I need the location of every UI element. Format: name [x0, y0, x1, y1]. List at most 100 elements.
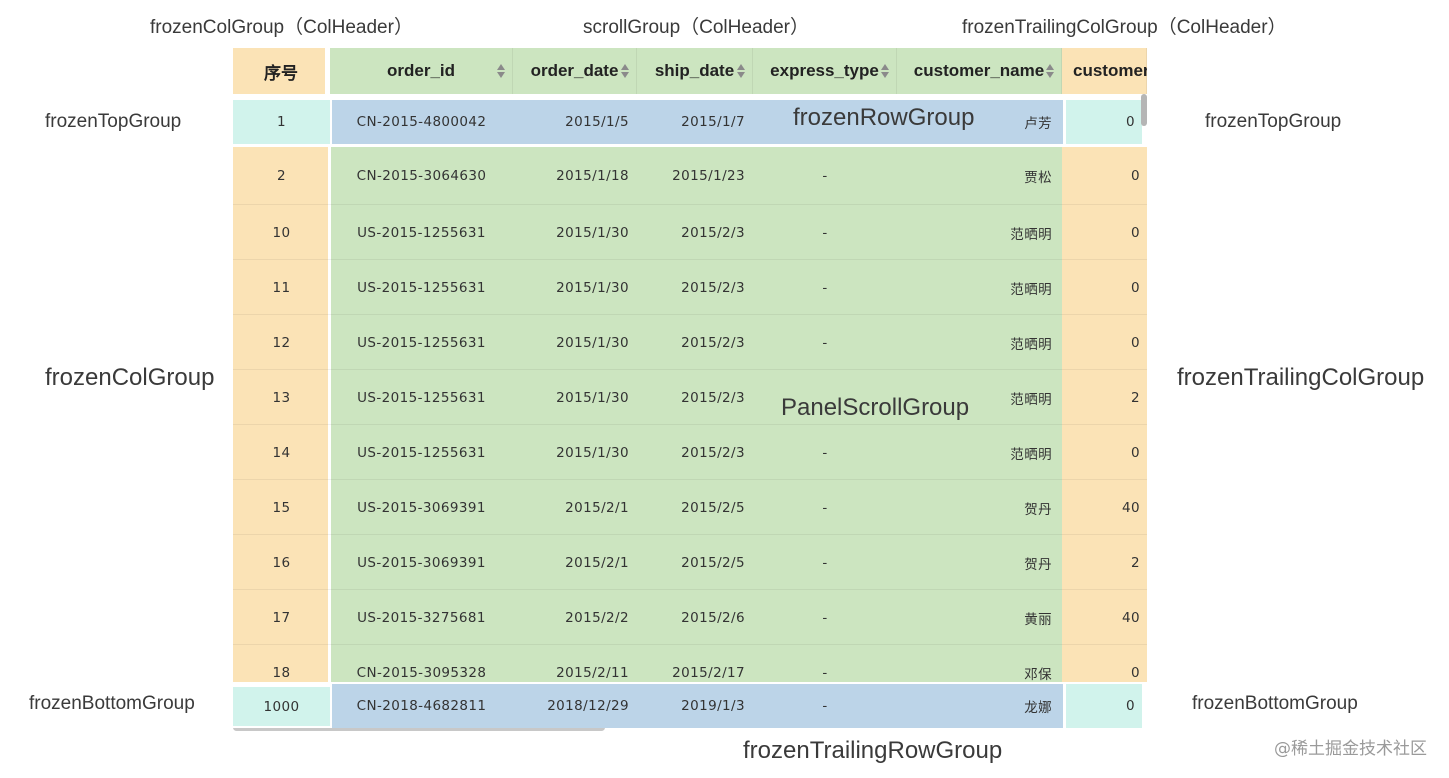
order-date-cell: 2015/1/30	[556, 224, 629, 241]
sort-icon[interactable]	[621, 62, 629, 80]
ship-date-cell: 2015/2/3	[681, 389, 745, 406]
trailing-cell: 2	[1062, 535, 1147, 590]
panel-scroll-label: PanelScrollGroup	[781, 394, 970, 421]
express-type-cell: -	[822, 698, 828, 714]
ship-date-cell: 2015/2/3	[681, 224, 745, 241]
ship-date-cell: 2015/1/7	[681, 114, 745, 130]
index-cell: 17	[233, 590, 330, 645]
trailing-cell: 0	[1066, 100, 1142, 144]
frozen-trailing-col-label: frozenTrailingColGroup	[1177, 364, 1425, 391]
express-type-cell: -	[822, 444, 828, 461]
index-cell: 11	[233, 260, 330, 315]
express-type-cell: -	[822, 279, 828, 296]
table-row[interactable]: 2 CN-2015-3064630 2015/1/18 2015/1/23 - 贾松 0	[233, 147, 1147, 205]
table-row[interactable]: 16 US-2015-3069391 2015/2/1 2015/2/5 - 贺丹 2	[233, 535, 1147, 590]
order-id-cell: US-2015-1255631	[357, 389, 486, 406]
customer-name-cell: 范晒明	[1010, 336, 1052, 353]
col-header-order-id[interactable]: order_id	[330, 48, 513, 94]
ship-date-cell: 2015/1/23	[672, 168, 745, 184]
col-header-ship-date[interactable]: ship_date	[637, 48, 753, 94]
order-date-cell: 2015/1/30	[556, 389, 629, 406]
sort-icon[interactable]	[881, 62, 889, 80]
col-header-customer-name[interactable]: customer_name	[897, 48, 1062, 94]
express-type-cell: -	[822, 554, 828, 571]
order-date-cell: 2015/1/5	[565, 114, 629, 130]
table-row[interactable]: 14 US-2015-1255631 2015/1/30 2015/2/3 - 范晒明 0	[233, 425, 1147, 480]
frozen-top-label-right: frozenTopGroup	[1205, 111, 1342, 132]
frozen-col-header-label: frozenColGroup（ColHeader）	[150, 17, 413, 38]
ship-date-cell: 2015/2/5	[681, 554, 745, 571]
ship-date-cell: 2015/2/3	[681, 444, 745, 461]
order-id-cell: US-2015-1255631	[357, 444, 486, 461]
col-header-express-type[interactable]: express_type	[753, 48, 897, 94]
frozen-row-label: frozenRowGroup	[793, 104, 975, 131]
order-id-cell: US-2015-1255631	[357, 279, 486, 296]
table-row[interactable]: 15 US-2015-3069391 2015/2/1 2015/2/5 - 贺丹 40	[233, 480, 1147, 535]
index-cell: 1	[233, 100, 330, 144]
sort-icon[interactable]	[1046, 62, 1054, 80]
trailing-cell: 40	[1062, 590, 1147, 645]
order-id-cell: CN-2015-4800042	[356, 114, 487, 130]
order-id-cell: US-2015-1255631	[357, 334, 486, 351]
trailing-cell: 0	[1062, 147, 1147, 205]
customer-name-cell: 贺丹	[1024, 501, 1052, 518]
table-row[interactable]: 12 US-2015-1255631 2015/1/30 2015/2/3 - 范晒明 0	[233, 315, 1147, 370]
frozen-top-row: 1 CN-2015-4800042 2015/1/5 2015/1/7 卢芳 0…	[233, 94, 1147, 147]
customer-name-cell: 范晒明	[1010, 446, 1052, 463]
col-header-index[interactable]: 序号	[233, 48, 330, 94]
express-type-cell: -	[822, 499, 828, 516]
frozen-col-divider	[328, 315, 331, 370]
scroll-col-header-label: scrollGroup（ColHeader）	[583, 17, 809, 38]
order-id-cell: US-2015-3275681	[357, 609, 486, 626]
frozen-col-divider	[328, 260, 331, 315]
index-cell: 1000	[233, 687, 330, 726]
order-id-cell: US-2015-3069391	[357, 554, 486, 571]
trailing-col-header-label: frozenTrailingColGroup（ColHeader）	[962, 17, 1287, 38]
index-cell: 15	[233, 480, 330, 535]
table-row[interactable]: 10 US-2015-1255631 2015/1/30 2015/2/3 - 范晒明 0	[233, 205, 1147, 260]
ship-date-cell: 2015/2/5	[681, 499, 745, 516]
order-id-cell: US-2015-3069391	[357, 499, 486, 516]
express-type-cell: -	[822, 334, 828, 351]
table-row[interactable]: 11 US-2015-1255631 2015/1/30 2015/2/3 - 范晒明 0	[233, 260, 1147, 315]
express-type-cell: -	[822, 224, 828, 241]
sort-icon[interactable]	[497, 62, 505, 80]
table-row[interactable]: 13 US-2015-1255631 2015/1/30 2015/2/3 范晒明 2	[233, 370, 1147, 425]
customer-name-cell: 范晒明	[1010, 226, 1052, 243]
table-grid: 序号 order_id order_date ship_date express…	[233, 48, 1147, 732]
sort-icon[interactable]	[737, 62, 745, 80]
order-date-cell: 2015/2/2	[565, 609, 629, 626]
order-date-cell: 2015/1/18	[556, 168, 629, 184]
frozen-col-divider	[328, 535, 331, 590]
order-id-cell: US-2015-1255631	[357, 224, 486, 241]
frozen-col-divider	[328, 370, 331, 425]
col-header-order-date[interactable]: order_date	[513, 48, 637, 94]
index-cell: 14	[233, 425, 330, 480]
col-header-customer-trailing[interactable]: customer_	[1062, 48, 1147, 94]
frozen-bottom-row: 1000 CN-2018-4682811 2018/12/29 2019/1/3…	[233, 682, 1147, 728]
watermark: @稀土掘金技术社区	[1274, 739, 1427, 759]
order-date-cell: 2018/12/29	[547, 698, 629, 714]
ship-date-cell: 2015/2/3	[681, 279, 745, 296]
trailing-cell: 0	[1062, 315, 1147, 370]
trailing-cell: 40	[1062, 480, 1147, 535]
trailing-cell: 0	[1062, 425, 1147, 480]
frozen-col-divider	[328, 147, 331, 205]
express-type-cell: -	[822, 168, 828, 184]
table-row[interactable]: 17 US-2015-3275681 2015/2/2 2015/2/6 - 黄丽 40	[233, 590, 1147, 645]
vertical-scrollbar[interactable]	[1141, 94, 1147, 126]
ship-date-cell: 2019/1/3	[681, 698, 745, 714]
customer-name-cell: 贺丹	[1024, 556, 1052, 573]
express-type-cell: -	[822, 609, 828, 626]
order-date-cell: 2015/1/30	[556, 279, 629, 296]
index-cell: 16	[233, 535, 330, 590]
frozen-bottom-label-right: frozenBottomGroup	[1192, 693, 1358, 714]
order-date-cell: 2015/2/1	[565, 554, 629, 571]
frozen-bottom-label-left: frozenBottomGroup	[29, 693, 195, 714]
customer-name-cell: 龙娜	[1024, 700, 1052, 716]
ship-date-cell: 2015/2/3	[681, 334, 745, 351]
index-cell: 12	[233, 315, 330, 370]
index-cell: 2	[233, 147, 330, 205]
frozen-col-divider	[328, 425, 331, 480]
trailing-cell: 0	[1066, 684, 1142, 728]
